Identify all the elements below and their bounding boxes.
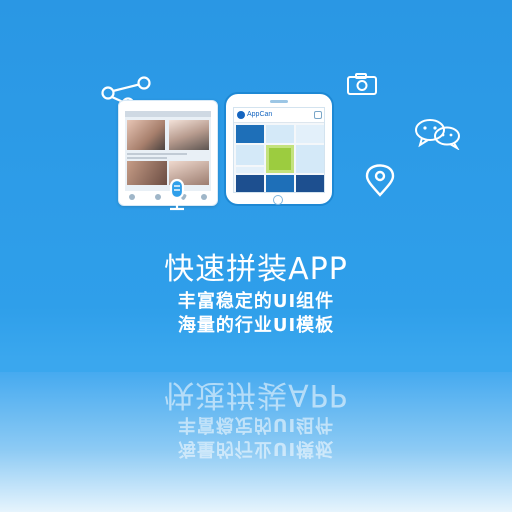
microphone-icon xyxy=(164,178,190,211)
news-text-line xyxy=(127,157,167,159)
location-pin-icon xyxy=(365,164,395,197)
wechat-icon xyxy=(415,119,460,150)
phone-mockup-front: AppCan xyxy=(224,92,334,206)
dock-dot xyxy=(155,194,161,200)
dock-dot xyxy=(129,194,135,200)
dock-dot xyxy=(201,194,207,200)
home-button xyxy=(273,195,283,205)
app-tile xyxy=(266,125,294,143)
news-photo xyxy=(169,120,209,150)
news-photo xyxy=(127,120,165,150)
app-tile xyxy=(236,145,264,165)
phone-front-screen: AppCan xyxy=(233,107,325,193)
app-tile xyxy=(296,125,324,143)
app-tile-featured xyxy=(266,145,294,173)
news-text-line xyxy=(127,153,187,155)
reflection-title: 快速拼装APP xyxy=(164,377,348,412)
app-header: AppCan xyxy=(234,108,324,123)
reflection-line-1: 丰富稳定的UI组件 xyxy=(177,414,335,435)
slogan-reflection: 快速拼装APP 丰富稳定的UI组件 海量的行业UI模板 xyxy=(0,372,512,512)
reflection-area: 快速拼装APP 丰富稳定的UI组件 海量的行业UI模板 xyxy=(0,372,512,512)
slogan-line-1: 丰富稳定的UI组件 xyxy=(177,291,335,312)
app-tile xyxy=(266,175,294,192)
camera-icon xyxy=(347,73,377,95)
app-tile xyxy=(296,175,324,192)
app-tile xyxy=(236,175,264,192)
app-brand: AppCan xyxy=(247,111,273,118)
splash-screen: AppCan 快速拼装APP 丰富稳定的UI组件 海量的行业UI模板 快速拼装A… xyxy=(0,0,512,512)
news-photo xyxy=(127,161,167,185)
app-tile xyxy=(236,167,264,173)
app-menu-icon xyxy=(314,111,322,119)
reflection-line-2: 海量的行业UI模板 xyxy=(177,438,335,459)
appcan-logo-icon xyxy=(237,111,245,119)
app-tile xyxy=(296,145,324,173)
illustration-area: AppCan 快速拼装APP 丰富稳定的UI组件 海量的行业UI模板 xyxy=(0,0,512,372)
app-tile xyxy=(236,125,264,143)
phone-speaker xyxy=(270,100,288,103)
slogan-line-2: 海量的行业UI模板 xyxy=(177,315,335,336)
slogan-title: 快速拼装APP xyxy=(164,252,348,287)
phone-back-header xyxy=(125,111,211,117)
